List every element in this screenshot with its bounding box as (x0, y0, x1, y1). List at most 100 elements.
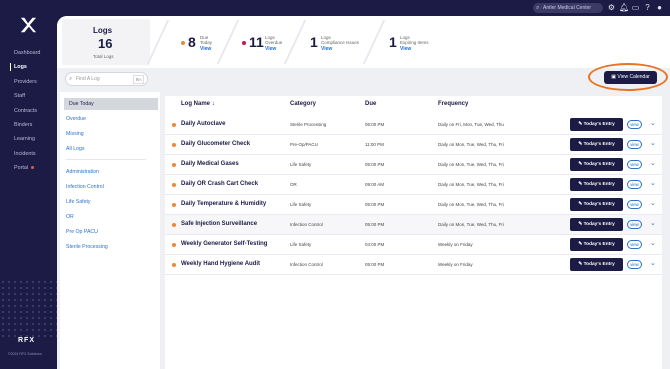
divider (66, 159, 146, 160)
log-due: 11:00 PM (365, 142, 384, 147)
todays-entry-label: Today's Entry (583, 122, 615, 127)
top-bar: ⌕ Antler Medical Center ⚙ 🔔︎ ▭ ? ● (0, 0, 670, 16)
log-due: 06:00 PM (365, 122, 385, 127)
filter-due-today[interactable]: Due Today (64, 98, 158, 110)
chevron-down-icon[interactable]: ⌄ (650, 179, 656, 187)
total-logs-label: Total Logs (93, 54, 114, 59)
notification-dot (31, 166, 35, 170)
log-due: 05:00 PM (365, 262, 385, 267)
log-name-header-label: Log Name (181, 101, 211, 107)
filter-all-logs[interactable]: All Logs (66, 146, 84, 152)
stat-view-link[interactable]: View (265, 46, 276, 52)
todays-entry-button[interactable]: ✎ Today's Entry (570, 218, 623, 231)
todays-entry-label: Today's Entry (583, 222, 615, 227)
log-name[interactable]: Daily Glucometer Check (181, 141, 250, 147)
log-due: 05:00 PM (365, 162, 385, 167)
shortcut-hint: ⌘K (133, 75, 144, 84)
log-name[interactable]: Daily Temperature & Humidity (181, 201, 266, 207)
find-log-placeholder: Find A Log (76, 76, 100, 82)
sidebar-item-binders[interactable]: Binders (0, 118, 57, 132)
table-row: Weekly Hand Hygiene Audit Infection Contr… (165, 255, 662, 275)
table-row: Daily Autoclave Sterile Processing 06:00 P… (165, 115, 662, 135)
bell-icon[interactable]: 🔔︎ (619, 3, 629, 12)
todays-entry-button[interactable]: ✎ Today's Entry (570, 158, 623, 171)
column-header-category[interactable]: Category (290, 101, 316, 107)
stat-label-2: Expiring Items (400, 40, 429, 45)
view-button[interactable]: view (627, 160, 642, 169)
log-name[interactable]: Daily Autoclave (181, 121, 225, 127)
rfx-logo-icon[interactable] (19, 16, 37, 34)
view-button[interactable]: view (627, 200, 642, 209)
table-row: Weekly Generator Self-Testing Life Safety… (165, 235, 662, 255)
status-dot (242, 41, 246, 45)
filter-sterile-processing[interactable]: Sterile Processing (66, 244, 108, 250)
todays-entry-button[interactable]: ✎ Today's Entry (570, 238, 623, 251)
total-logs-count: 16 (98, 36, 113, 51)
sidebar-item-staff[interactable]: Staff (0, 89, 57, 103)
chevron-down-icon[interactable]: ⌄ (650, 139, 656, 147)
chevron-down-icon[interactable]: ⌄ (650, 119, 656, 127)
todays-entry-button[interactable]: ✎ Today's Entry (570, 178, 623, 191)
todays-entry-button[interactable]: ✎ Today's Entry (570, 138, 623, 151)
filter-or[interactable]: OR (66, 214, 74, 220)
view-button[interactable]: view (627, 140, 642, 149)
log-due: 04:00 PM (365, 242, 385, 247)
filter-pre-op-pacu[interactable]: Pre Op PACU (66, 229, 98, 235)
filter-life-safety[interactable]: Life Safety (66, 199, 91, 205)
column-header-due[interactable]: Due (365, 101, 376, 107)
stat-view-link[interactable]: View (200, 46, 211, 52)
filter-administration[interactable]: Administration (66, 169, 99, 175)
column-header-log-name[interactable]: Log Name ↓ (181, 101, 215, 107)
stat-number: 1 (310, 34, 318, 50)
log-name[interactable]: Safe Injection Surveillance (181, 221, 257, 227)
status-dot (172, 203, 176, 207)
sidebar-item-incidents[interactable]: Incidents (0, 147, 57, 161)
view-calendar-button[interactable]: ▣ View Calendar (604, 71, 657, 84)
filter-overdue[interactable]: Overdue (66, 116, 86, 122)
chevron-down-icon[interactable]: ⌄ (650, 199, 656, 207)
todays-entry-label: Today's Entry (583, 262, 615, 267)
facility-search[interactable]: ⌕ Antler Medical Center (533, 3, 603, 13)
filter-infection-control[interactable]: Infection Control (66, 184, 104, 190)
sort-arrow-icon: ↓ (211, 101, 215, 107)
sidebar-item-portal[interactable]: Portal (0, 161, 57, 175)
sidebar-item-learning[interactable]: Learning (0, 132, 57, 146)
todays-entry-button[interactable]: ✎ Today's Entry (570, 118, 623, 131)
divider (146, 20, 170, 64)
todays-entry-button[interactable]: ✎ Today's Entry (570, 258, 623, 271)
view-button[interactable]: view (627, 120, 642, 129)
gear-icon[interactable]: ⚙ (607, 3, 616, 12)
stat-expiring-items: 1 Logs Expiring Items View (385, 34, 445, 54)
todays-entry-button[interactable]: ✎ Today's Entry (570, 198, 623, 211)
chevron-down-icon[interactable]: ⌄ (650, 239, 656, 247)
filter-panel: Due Today Overdue Missing All Logs Admin… (60, 92, 160, 369)
stat-view-link[interactable]: View (321, 46, 332, 52)
log-name[interactable]: Weekly Generator Self-Testing (181, 241, 267, 247)
chat-icon[interactable]: ▭ (631, 3, 640, 12)
log-name[interactable]: Daily OR Crash Cart Check (181, 181, 258, 187)
view-button[interactable]: view (627, 260, 642, 269)
chevron-down-icon[interactable]: ⌄ (650, 219, 656, 227)
stat-view-link[interactable]: View (400, 46, 411, 52)
chevron-down-icon[interactable]: ⌄ (650, 259, 656, 267)
view-button[interactable]: view (627, 220, 642, 229)
sidebar-item-providers[interactable]: Providers (0, 75, 57, 89)
find-log-input[interactable]: ⌕ Find A Log ⌘K (65, 72, 148, 86)
sidebar-item-dashboard[interactable]: Dashboard (0, 46, 57, 60)
sidebar-item-logs[interactable]: Logs (0, 60, 57, 74)
search-icon: ⌕ (536, 5, 540, 11)
help-icon[interactable]: ? (643, 3, 652, 12)
view-button[interactable]: view (627, 240, 642, 249)
log-name[interactable]: Daily Medical Gases (181, 161, 239, 167)
filter-missing[interactable]: Missing (66, 131, 84, 137)
todays-entry-label: Today's Entry (583, 182, 615, 187)
sidebar-item-contracts[interactable]: Contracts (0, 104, 57, 118)
table-row: Daily OR Crash Cart Check OR 09:00 AM Daily… (165, 175, 662, 195)
view-button[interactable]: view (627, 180, 642, 189)
user-icon[interactable]: ● (655, 3, 664, 12)
search-icon: ⌕ (69, 76, 73, 82)
chevron-down-icon[interactable]: ⌄ (650, 159, 656, 167)
status-dot (172, 163, 176, 167)
log-due: 09:00 AM (365, 182, 385, 187)
log-name[interactable]: Weekly Hand Hygiene Audit (181, 261, 260, 267)
